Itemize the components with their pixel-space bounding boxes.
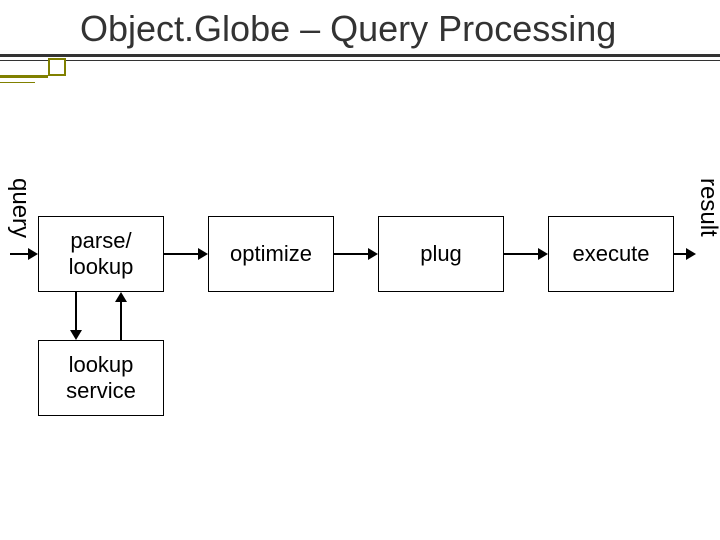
- accent-line-thin: [0, 82, 35, 83]
- page-title: Object.Globe – Query Processing: [80, 8, 720, 50]
- title-underline-thin: [0, 60, 720, 61]
- box-execute: execute: [548, 216, 674, 292]
- box-label: parse/lookup: [69, 228, 134, 281]
- box-label: execute: [572, 241, 649, 267]
- arrow-head-icon: [198, 248, 208, 260]
- box-label: optimize: [230, 241, 312, 267]
- arrow-head-icon: [115, 292, 127, 302]
- arrow-head-icon: [538, 248, 548, 260]
- arrow-down: [75, 292, 77, 332]
- box-optimize: optimize: [208, 216, 334, 292]
- arrow-head-icon: [70, 330, 82, 340]
- bullet-icon: [48, 58, 66, 76]
- title-underline: [0, 54, 720, 57]
- arrow-3: [504, 253, 538, 255]
- box-parse-lookup: parse/lookup: [38, 216, 164, 292]
- box-lookup-service: lookupservice: [38, 340, 164, 416]
- arrow-1: [164, 253, 198, 255]
- query-label: query: [6, 178, 34, 238]
- arrow-2: [334, 253, 368, 255]
- result-label: result: [694, 178, 720, 237]
- box-label: plug: [420, 241, 462, 267]
- box-plug: plug: [378, 216, 504, 292]
- arrow-query-in: [10, 253, 28, 255]
- box-label: lookupservice: [66, 352, 136, 405]
- arrow-head-icon: [368, 248, 378, 260]
- arrow-head-icon: [28, 248, 38, 260]
- arrow-head-icon: [686, 248, 696, 260]
- arrow-up: [120, 300, 122, 340]
- accent-line: [0, 75, 48, 78]
- title-area: Object.Globe – Query Processing: [0, 8, 720, 50]
